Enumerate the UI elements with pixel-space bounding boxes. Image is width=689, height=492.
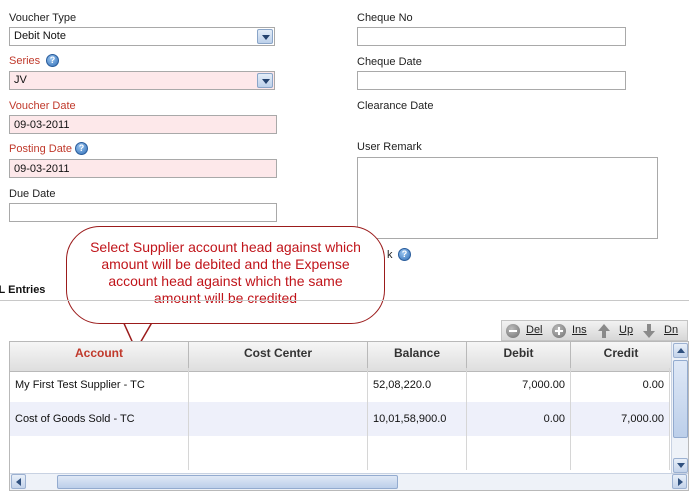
table-row[interactable] [10,436,670,470]
cell-debit[interactable]: 7,000.00 [467,368,571,402]
cell-debit[interactable]: 0.00 [467,402,571,436]
section-title-clip: GL Entries [0,284,66,298]
insert-row-icon[interactable] [552,324,566,338]
clearance-date-label: Clearance Date [357,100,434,112]
cell-account[interactable] [10,436,189,470]
cheque-no-input[interactable] [357,27,626,46]
instruction-callout: Select Supplier account head against whi… [66,226,385,324]
series-select[interactable]: JV [9,71,275,90]
due-date-label: Due Date [9,188,56,200]
help-icon[interactable]: ? [75,142,88,155]
cell-credit[interactable]: 0.00 [571,368,670,402]
posting-date-input[interactable] [9,159,277,178]
horizontal-scroll-thumb[interactable] [57,475,398,489]
move-up-button[interactable]: Up [619,324,633,336]
move-down-button[interactable]: Dn [664,324,678,336]
horizontal-scrollbar[interactable] [10,473,688,490]
help-icon[interactable]: ? [46,54,59,67]
gl-entries-grid: Account Cost Center Balance Debit Credit… [9,341,689,491]
move-down-icon[interactable] [642,324,656,338]
cell-credit[interactable] [571,436,670,470]
due-date-input[interactable] [9,203,277,222]
callout-text: Select Supplier account head against whi… [90,239,361,306]
cheque-no-label: Cheque No [357,12,413,24]
user-remark-textarea[interactable] [357,157,658,239]
table-row[interactable]: My First Test Supplier - TC 52,08,220.0 … [10,368,670,402]
vertical-scroll-thumb[interactable] [673,360,688,438]
cell-balance: 52,08,220.0 [368,368,467,402]
scroll-right-icon[interactable] [672,474,687,489]
partial-label: k [387,249,393,261]
voucher-type-select[interactable]: Debit Note [9,27,275,46]
voucher-type-label: Voucher Type [9,12,77,24]
cell-cost-center[interactable] [189,436,368,470]
cell-balance [368,436,467,470]
cell-credit[interactable]: 7,000.00 [571,402,670,436]
cell-cost-center[interactable] [189,368,368,402]
cell-cost-center[interactable] [189,402,368,436]
cell-balance: 10,01,58,900.0 [368,402,467,436]
move-up-icon[interactable] [597,324,611,338]
series-value: JV [14,74,27,86]
help-icon[interactable]: ? [398,248,411,261]
gl-entries-title: GL Entries [0,284,46,296]
cell-account[interactable]: My First Test Supplier - TC [10,368,189,402]
insert-row-button[interactable]: Ins [572,324,587,336]
scroll-up-icon[interactable] [673,343,688,358]
scroll-left-icon[interactable] [11,474,26,489]
delete-row-button[interactable]: Del [526,324,543,336]
cheque-date-input[interactable] [357,71,626,90]
grid-toolbar: Del Ins Up Dn [501,320,688,341]
delete-row-icon[interactable] [506,324,520,338]
section-divider [0,300,689,301]
cell-debit[interactable] [467,436,571,470]
chevron-down-icon[interactable] [257,73,273,88]
voucher-date-input[interactable] [9,115,277,134]
posting-date-label: Posting Date [9,143,72,155]
voucher-date-label: Voucher Date [9,100,76,112]
cheque-date-label: Cheque Date [357,56,422,68]
chevron-down-icon[interactable] [257,29,273,44]
voucher-type-value: Debit Note [14,30,66,42]
user-remark-label: User Remark [357,141,422,153]
cell-account[interactable]: Cost of Goods Sold - TC [10,402,189,436]
series-label: Series [9,55,41,67]
table-row[interactable]: Cost of Goods Sold - TC 10,01,58,900.0 0… [10,402,670,436]
vertical-scrollbar[interactable] [671,342,688,474]
scroll-down-icon[interactable] [673,458,688,473]
